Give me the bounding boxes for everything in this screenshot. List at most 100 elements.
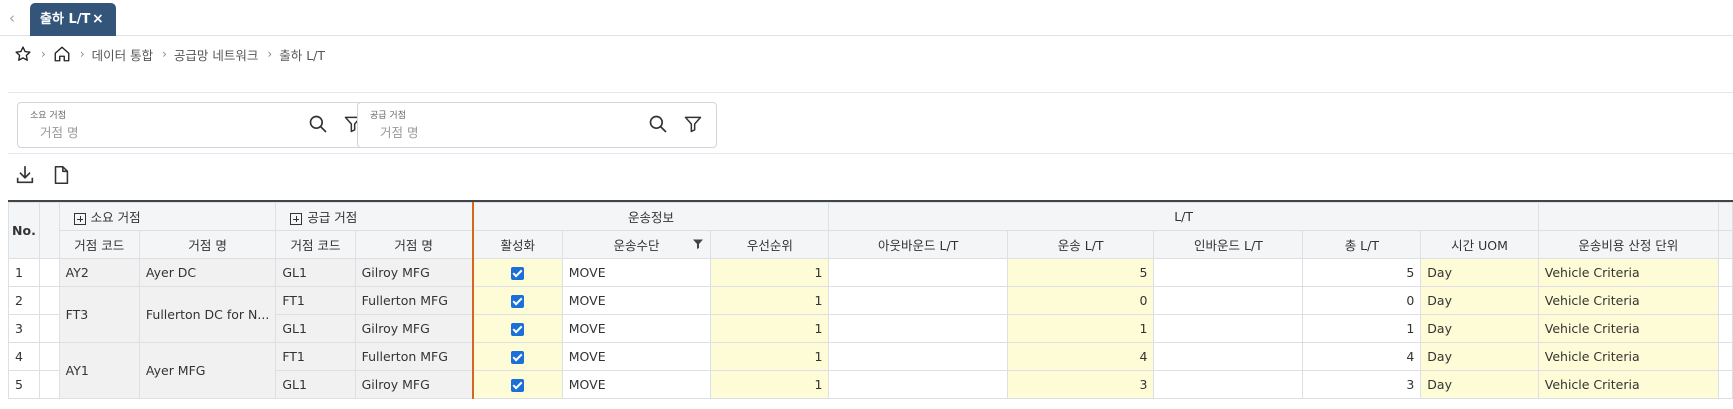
- outbound-lt-cell[interactable]: [828, 314, 1008, 343]
- header-supply-site-name[interactable]: 거점 명: [354, 230, 474, 259]
- active-cell[interactable]: [471, 370, 563, 399]
- download-icon[interactable]: [14, 164, 36, 188]
- header-demand-site-name[interactable]: 거점 명: [138, 230, 277, 259]
- header-transport-mode[interactable]: 운송수단: [561, 230, 712, 259]
- transport-lt-cell[interactable]: 0: [1006, 286, 1155, 315]
- header-demand-site-group[interactable]: 소요 거점: [58, 202, 277, 231]
- cost-unit-cell[interactable]: Vehicle Criteria: [1537, 258, 1719, 287]
- demand-site-input[interactable]: [40, 123, 280, 141]
- active-cell[interactable]: [471, 258, 563, 287]
- header-demand-site-code[interactable]: 거점 코드: [58, 230, 140, 259]
- table-row[interactable]: 2 FT3 Fullerton DC for N... FT1 Fullerton MF…: [8, 286, 1733, 343]
- demand-site-name-cell[interactable]: Fullerton DC for N...: [138, 286, 277, 343]
- breadcrumb-item-supply-network[interactable]: 공급망 네트워크: [174, 45, 258, 64]
- supply-site-code-cell[interactable]: GL1: [275, 314, 356, 343]
- priority-cell[interactable]: 1: [710, 370, 830, 399]
- row-spacer: [1717, 370, 1733, 399]
- transport-lt-cell[interactable]: 4: [1006, 342, 1155, 371]
- cost-unit-cell[interactable]: Vehicle Criteria: [1537, 342, 1719, 371]
- checkbox-checked[interactable]: [511, 295, 525, 308]
- home-icon[interactable]: [53, 45, 71, 63]
- supply-site-name-cell[interactable]: Gilroy MFG: [354, 370, 474, 399]
- outbound-lt-cell[interactable]: [828, 370, 1008, 399]
- supply-site-input[interactable]: [380, 123, 620, 141]
- header-no[interactable]: No.: [8, 202, 40, 259]
- search-icon[interactable]: [308, 114, 328, 138]
- demand-site-name-cell[interactable]: Ayer MFG: [138, 342, 277, 399]
- supply-site-code-cell[interactable]: FT1: [275, 286, 356, 315]
- checkbox-checked[interactable]: [511, 379, 525, 392]
- header-supply-site-code[interactable]: 거점 코드: [275, 230, 356, 259]
- supply-site-name-cell[interactable]: Gilroy MFG: [354, 314, 474, 343]
- search-icon[interactable]: [648, 114, 668, 138]
- breadcrumb-item-data-integration[interactable]: 데이터 통합: [92, 45, 153, 64]
- transport-lt-cell[interactable]: 5: [1006, 258, 1155, 287]
- supply-site-name-cell[interactable]: Fullerton MFG: [354, 286, 474, 315]
- demand-site-code-cell[interactable]: AY2: [58, 258, 140, 287]
- priority-cell[interactable]: 1: [710, 314, 830, 343]
- transport-mode-cell[interactable]: MOVE: [561, 314, 712, 343]
- header-active[interactable]: 활성화: [471, 230, 563, 259]
- inbound-lt-cell[interactable]: [1153, 286, 1304, 315]
- filter-icon[interactable]: [692, 238, 704, 253]
- demand-site-name-cell[interactable]: Ayer DC: [138, 258, 277, 287]
- expand-icon[interactable]: [73, 212, 86, 225]
- cost-unit-cell[interactable]: Vehicle Criteria: [1537, 370, 1719, 399]
- filter-icon[interactable]: [683, 114, 703, 138]
- header-cost-unit[interactable]: 운송비용 산정 단위: [1537, 230, 1719, 259]
- supply-site-code-cell[interactable]: FT1: [275, 342, 356, 371]
- supply-site-name-cell[interactable]: Fullerton MFG: [354, 342, 474, 371]
- time-uom-cell[interactable]: Day: [1420, 286, 1539, 315]
- header-priority[interactable]: 우선순위: [710, 230, 830, 259]
- time-uom-cell[interactable]: Day: [1420, 314, 1539, 343]
- tab-shipping-lt[interactable]: 출하 L/T ×: [30, 3, 116, 36]
- expand-icon[interactable]: [290, 212, 303, 225]
- cost-unit-cell[interactable]: Vehicle Criteria: [1537, 286, 1719, 315]
- demand-site-code-cell[interactable]: FT3: [58, 286, 140, 343]
- close-icon[interactable]: ×: [92, 3, 104, 36]
- header-inbound-lt[interactable]: 인바운드 L/T: [1153, 230, 1304, 259]
- header-total-lt[interactable]: 총 L/T: [1302, 230, 1422, 259]
- star-icon[interactable]: [14, 45, 32, 63]
- header-transport-lt[interactable]: 운송 L/T: [1006, 230, 1155, 259]
- outbound-lt-cell[interactable]: [828, 258, 1008, 287]
- transport-mode-cell[interactable]: MOVE: [561, 258, 712, 287]
- table-row[interactable]: 1 AY2 Ayer DC GL1 Gilroy MFG MOVE 1 5 5 Day Vehicl…: [8, 258, 1733, 287]
- transport-mode-cell[interactable]: MOVE: [561, 370, 712, 399]
- header-supply-site-group[interactable]: 공급 거점: [275, 202, 474, 231]
- transport-mode-cell[interactable]: MOVE: [561, 342, 712, 371]
- inbound-lt-cell[interactable]: [1153, 342, 1304, 371]
- demand-site-filter-label: 소요 거점: [30, 111, 66, 121]
- time-uom-cell[interactable]: Day: [1420, 342, 1539, 371]
- table-row[interactable]: 4 AY1 Ayer MFG FT1 Fullerton MFG MOVE 1 4 4 Day Ve…: [8, 342, 1733, 399]
- priority-cell[interactable]: 1: [710, 258, 830, 287]
- active-cell[interactable]: [471, 342, 563, 371]
- inbound-lt-cell[interactable]: [1153, 370, 1304, 399]
- transport-lt-cell[interactable]: 3: [1006, 370, 1155, 399]
- priority-cell[interactable]: 1: [710, 286, 830, 315]
- transport-mode-cell[interactable]: MOVE: [561, 286, 712, 315]
- demand-site-code-cell[interactable]: AY1: [58, 342, 140, 399]
- time-uom-cell[interactable]: Day: [1420, 258, 1539, 287]
- active-cell[interactable]: [471, 314, 563, 343]
- outbound-lt-cell[interactable]: [828, 286, 1008, 315]
- checkbox-checked[interactable]: [511, 267, 525, 280]
- priority-cell[interactable]: 1: [710, 342, 830, 371]
- header-outbound-lt[interactable]: 아웃바운드 L/T: [828, 230, 1008, 259]
- time-uom-cell[interactable]: Day: [1420, 370, 1539, 399]
- supply-site-code-cell[interactable]: GL1: [275, 258, 356, 287]
- active-cell[interactable]: [471, 286, 563, 315]
- checkbox-checked[interactable]: [511, 323, 525, 336]
- checkbox-checked[interactable]: [511, 351, 525, 364]
- tab-scroll-left-icon[interactable]: ‹: [4, 8, 20, 28]
- outbound-lt-cell[interactable]: [828, 342, 1008, 371]
- inbound-lt-cell[interactable]: [1153, 258, 1304, 287]
- supply-site-name-cell[interactable]: Gilroy MFG: [354, 258, 474, 287]
- header-time-uom[interactable]: 시간 UOM: [1420, 230, 1539, 259]
- file-icon[interactable]: [50, 164, 72, 188]
- breadcrumb-separator: ›: [41, 47, 46, 61]
- supply-site-code-cell[interactable]: GL1: [275, 370, 356, 399]
- cost-unit-cell[interactable]: Vehicle Criteria: [1537, 314, 1719, 343]
- inbound-lt-cell[interactable]: [1153, 314, 1304, 343]
- transport-lt-cell[interactable]: 1: [1006, 314, 1155, 343]
